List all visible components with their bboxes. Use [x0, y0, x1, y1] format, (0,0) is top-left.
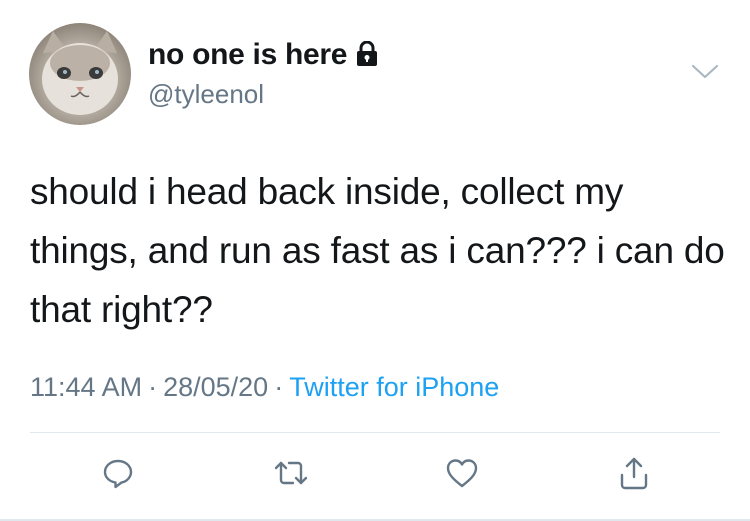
- divider: [30, 432, 720, 433]
- tweet-date: 28/05/20: [163, 372, 269, 402]
- retweet-button[interactable]: [271, 455, 311, 495]
- avatar[interactable]: [29, 23, 131, 125]
- like-button[interactable]: [442, 455, 482, 495]
- reply-icon: [101, 456, 135, 495]
- meta-separator: ·: [148, 372, 158, 402]
- share-icon: [617, 455, 651, 496]
- tweet-meta: 11:44 AM · 28/05/20 · Twitter for iPhone: [30, 372, 499, 403]
- chevron-down-icon[interactable]: [690, 62, 720, 82]
- retweet-icon: [272, 456, 310, 495]
- user-handle[interactable]: @tyleenol: [148, 79, 264, 110]
- tweet-time: 11:44 AM: [30, 372, 143, 402]
- share-button[interactable]: [614, 455, 654, 495]
- lock-icon: [355, 40, 379, 72]
- display-name[interactable]: no one is here: [148, 38, 347, 72]
- meta-separator: ·: [274, 372, 284, 402]
- user-name-row: no one is here: [148, 38, 379, 72]
- reply-button[interactable]: [98, 455, 138, 495]
- heart-icon: [445, 457, 479, 494]
- tweet-text: should i head back inside, collect my th…: [30, 171, 725, 330]
- tweet-source-link[interactable]: Twitter for iPhone: [289, 372, 499, 402]
